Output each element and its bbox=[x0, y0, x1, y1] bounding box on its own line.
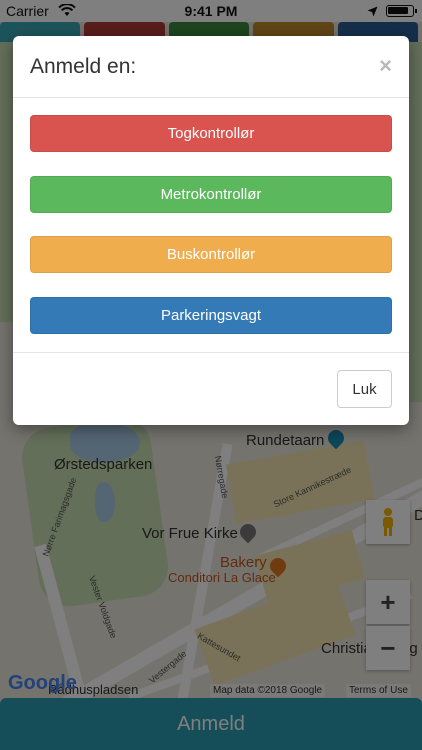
metrokontrollor-button[interactable]: Metrokontrollør bbox=[30, 176, 392, 213]
close-icon[interactable]: × bbox=[379, 53, 392, 79]
modal-header: Anmeld en: × bbox=[13, 36, 409, 98]
report-modal: Anmeld en: × Togkontrollør Metrokontroll… bbox=[13, 36, 409, 425]
modal-body: Togkontrollør Metrokontrollør Buskontrol… bbox=[13, 98, 409, 353]
buskontrollor-button[interactable]: Buskontrollør bbox=[30, 236, 392, 273]
parkeringsvagt-button[interactable]: Parkeringsvagt bbox=[30, 297, 392, 334]
modal-title: Anmeld en: bbox=[30, 55, 137, 78]
togkontrollor-button[interactable]: Togkontrollør bbox=[30, 115, 392, 152]
modal-footer: Luk bbox=[13, 352, 409, 425]
luk-button[interactable]: Luk bbox=[337, 370, 392, 408]
